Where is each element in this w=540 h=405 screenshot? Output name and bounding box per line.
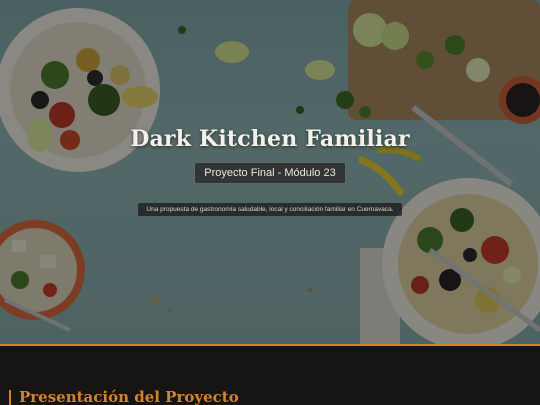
badge-container: Proyecto Final - Módulo 23: [0, 162, 540, 184]
section-accent-bar: [9, 390, 11, 405]
hero-tagline: Una propuesta de gastronomía saludable, …: [138, 203, 402, 216]
module-badge: Proyecto Final - Módulo 23: [194, 162, 346, 184]
presentation-section: Presentación del Proyecto: [0, 346, 540, 405]
hero-title: Dark Kitchen Familiar: [130, 126, 410, 152]
hero-banner: Dark Kitchen Familiar Proyecto Final - M…: [0, 0, 540, 344]
tagline-container: Una propuesta de gastronomía saludable, …: [0, 198, 540, 216]
section-title: Presentación del Proyecto: [19, 388, 239, 405]
